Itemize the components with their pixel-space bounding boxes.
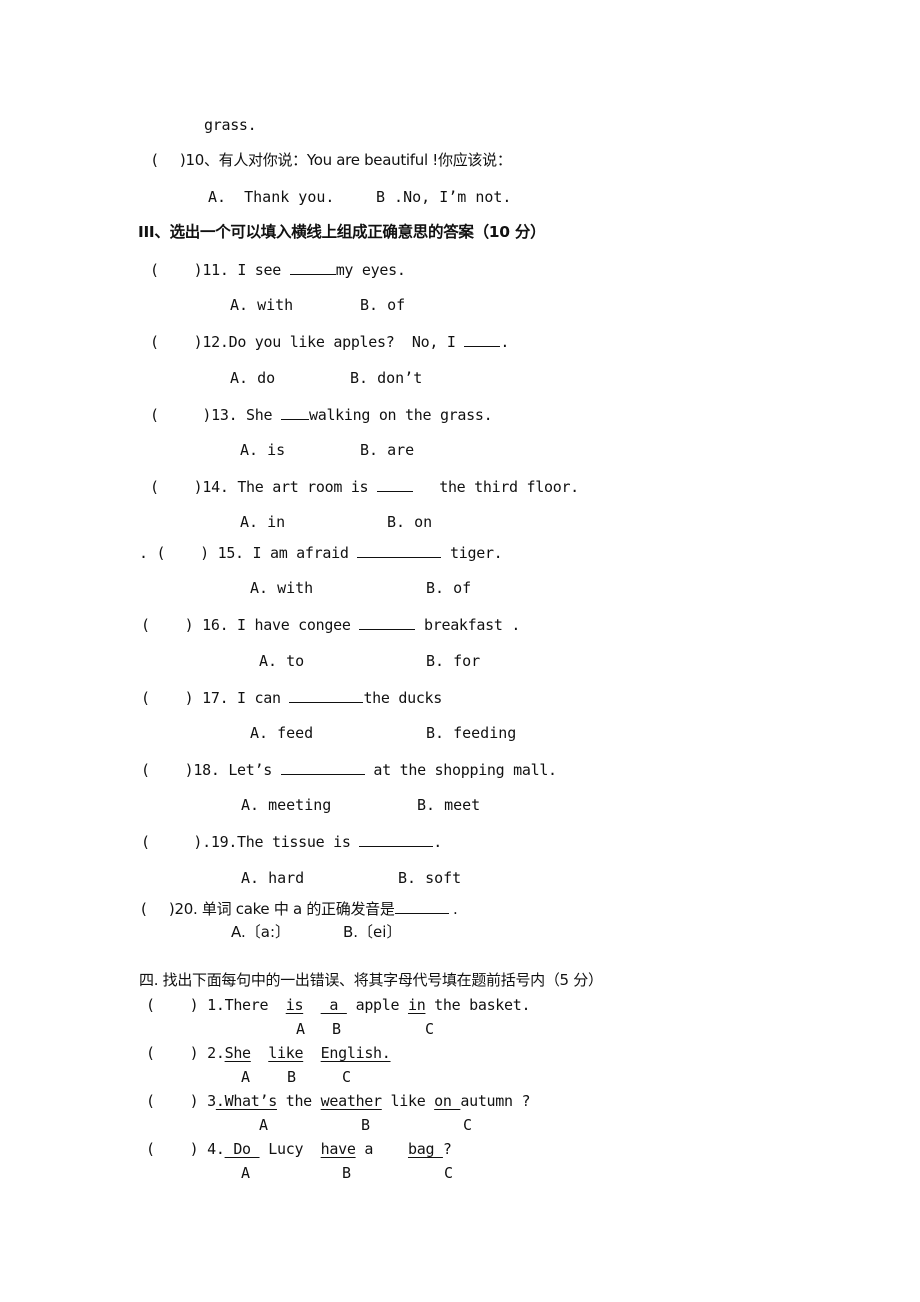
option-b: B. on <box>387 513 433 531</box>
option-b: B. feeding <box>426 724 517 742</box>
option-b: B. don’t <box>350 369 423 387</box>
option-a: A. in <box>240 513 286 531</box>
option-b: B. of <box>426 579 472 597</box>
option-a: A. meeting <box>241 796 332 814</box>
underlined-option-c: on <box>434 1092 461 1110</box>
label-b: B <box>332 1020 342 1038</box>
question-10: ( )10、有人对你说：You are beautiful !你应该说： <box>152 151 512 169</box>
question-18: ( )18. Let’s at the shopping mall. <box>141 760 557 779</box>
option-a: A. Thank you. <box>208 188 335 206</box>
underlined-option-b: weather <box>320 1092 382 1110</box>
option-a: A. to <box>259 652 305 670</box>
fill-blank <box>359 615 416 630</box>
question-13: ( )13. She walking on the grass. <box>150 405 493 424</box>
underlined-option-a: Do <box>224 1140 260 1158</box>
option-b: B. for <box>426 652 481 670</box>
fill-blank <box>280 760 365 775</box>
answer-bracket[interactable]: ( ) <box>141 761 194 779</box>
label-a: A <box>296 1020 306 1038</box>
option-a: A. with <box>250 579 314 597</box>
question-11: ( )11. I see my eyes. <box>150 260 406 279</box>
underlined-option-b: a <box>320 996 347 1014</box>
fill-blank <box>289 260 336 275</box>
option-a: A. with <box>230 296 294 314</box>
question-15: . ( ) 15. I am afraid tiger. <box>139 543 503 562</box>
label-c: C <box>463 1116 473 1134</box>
answer-bracket[interactable]: ( ) <box>152 151 186 169</box>
answer-bracket[interactable]: ( ) <box>146 1140 199 1158</box>
label-b: B <box>287 1068 297 1086</box>
section-4-title: 四. 找出下面每句中的一出错误、将其字母代号填在题前括号内（5 分） <box>139 971 603 989</box>
option-b: B .No, I’m not. <box>376 188 512 206</box>
underlined-option-a: is <box>285 996 304 1014</box>
option-a: A.〔a:〕 <box>231 923 291 941</box>
answer-bracket[interactable]: ( ) <box>146 1044 199 1062</box>
section-3-title: III、选出一个可以填入横线上组成正确意思的答案（10 分） <box>138 223 546 241</box>
answer-bracket[interactable]: ( ) <box>150 333 203 351</box>
underlined-option-a: .What’s <box>215 1092 277 1110</box>
fill-blank <box>280 405 309 420</box>
answer-bracket[interactable]: ( ) <box>141 616 194 634</box>
fill-blank <box>377 477 414 492</box>
fill-blank <box>464 332 501 347</box>
label-c: C <box>342 1068 352 1086</box>
question-19: ( ).19.The tissue is . <box>141 832 443 851</box>
option-b: B. soft <box>398 869 462 887</box>
underlined-option-c: English. <box>320 1044 391 1062</box>
label-a: A <box>241 1068 251 1086</box>
question-text: 10、有人对你说：You are beautiful !你应该说： <box>185 151 512 169</box>
option-b: B. meet <box>417 796 481 814</box>
underlined-option-c: in <box>407 996 426 1014</box>
answer-bracket[interactable]: ( ) <box>141 689 194 707</box>
fill-blank <box>357 543 442 558</box>
fill-blank <box>289 688 364 703</box>
option-a: A. is <box>240 441 286 459</box>
fill-blank <box>359 832 434 847</box>
option-a: A. do <box>230 369 276 387</box>
label-c: C <box>444 1164 454 1182</box>
error-question-2: ( ) 2.She like English. <box>146 1044 391 1062</box>
option-a: A. feed <box>250 724 314 742</box>
answer-bracket[interactable]: ( ) <box>141 833 202 851</box>
answer-bracket[interactable]: ( ) <box>150 478 203 496</box>
answer-bracket[interactable]: . ( ) <box>139 544 209 562</box>
underlined-option-a: She <box>224 1044 252 1062</box>
question-12: ( )12.Do you like apples? No, I . <box>150 332 510 351</box>
underlined-option-c: bag <box>407 1140 443 1158</box>
answer-bracket[interactable]: ( ) <box>150 261 203 279</box>
answer-bracket[interactable]: ( ) <box>150 406 211 424</box>
option-b: B.〔ei〕 <box>343 923 402 941</box>
option-a: A. hard <box>241 869 305 887</box>
error-question-1: ( ) 1.There is a apple in the basket. <box>146 996 531 1014</box>
underlined-option-b: like <box>268 1044 304 1062</box>
question-16: ( ) 16. I have congee breakfast . <box>141 615 521 634</box>
question-17: ( ) 17. I can the ducks <box>141 688 443 707</box>
error-question-4: ( ) 4. Do Lucy have a bag ? <box>146 1140 452 1158</box>
label-c: C <box>425 1020 435 1038</box>
question-20: ( )20. 单词 cake 中 a 的正确发音是 . <box>141 899 458 918</box>
label-b: B <box>361 1116 371 1134</box>
answer-bracket[interactable]: ( ) <box>146 1092 199 1110</box>
underlined-option-b: have <box>320 1140 356 1158</box>
label-a: A <box>259 1116 269 1134</box>
option-b: B. of <box>360 296 406 314</box>
previous-question-tail: grass. <box>204 116 257 134</box>
question-14: ( )14. The art room is the third floor. <box>150 477 579 496</box>
fill-blank <box>394 899 449 914</box>
label-a: A <box>241 1164 251 1182</box>
error-question-3: ( ) 3.What’s the weather like on autumn … <box>146 1092 531 1110</box>
answer-bracket[interactable]: ( ) <box>146 996 199 1014</box>
option-b: B. are <box>360 441 415 459</box>
label-b: B <box>342 1164 352 1182</box>
answer-bracket[interactable]: ( ) <box>141 900 175 918</box>
